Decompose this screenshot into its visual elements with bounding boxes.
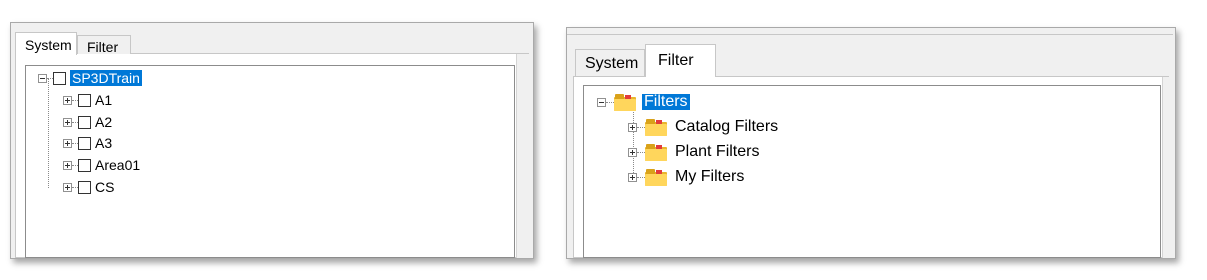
- tree-node-label[interactable]: Area01: [93, 157, 142, 173]
- checkbox[interactable]: [78, 136, 91, 150]
- checkbox[interactable]: [78, 115, 91, 129]
- tree-connector: [637, 176, 645, 178]
- tab-system[interactable]: System: [15, 32, 77, 55]
- checkbox[interactable]: [78, 93, 91, 107]
- expand-icon[interactable]: [63, 138, 72, 148]
- system-tree-panel-left: System Filter SP3DTrain A1 A2 A3 Area01 …: [10, 22, 534, 259]
- expand-icon[interactable]: [63, 95, 72, 105]
- scrollbar[interactable]: [1162, 77, 1173, 258]
- expand-icon[interactable]: [63, 182, 72, 192]
- tree-node-label[interactable]: CS: [93, 179, 116, 195]
- panel-top-divider: [567, 34, 1173, 35]
- folder-icon: [645, 168, 667, 186]
- checkbox[interactable]: [78, 158, 91, 172]
- tree-node-my-filters[interactable]: My Filters: [628, 166, 746, 188]
- tree-node-label[interactable]: SP3DTrain: [70, 70, 142, 86]
- tree-node-catalog-filters[interactable]: Catalog Filters: [628, 116, 780, 138]
- tree-node-plant-filters[interactable]: Plant Filters: [628, 141, 761, 163]
- tree-connector: [637, 151, 645, 153]
- tree-connector: [606, 101, 614, 103]
- tab-filter[interactable]: Filter: [645, 44, 716, 77]
- tree-node-label[interactable]: Plant Filters: [673, 144, 761, 160]
- checkbox[interactable]: [78, 180, 91, 194]
- system-tree[interactable]: SP3DTrain A1 A2 A3 Area01 CS: [25, 65, 515, 258]
- tree-node-area01[interactable]: Area01: [63, 155, 142, 175]
- expand-icon[interactable]: [63, 160, 72, 170]
- tree-node-label[interactable]: Catalog Filters: [673, 119, 780, 135]
- expand-icon[interactable]: [628, 147, 637, 157]
- tree-node-label[interactable]: Filters: [642, 94, 690, 110]
- collapse-icon[interactable]: [38, 73, 47, 83]
- tree-node-cs[interactable]: CS: [63, 177, 116, 197]
- tree-node-label[interactable]: A2: [93, 114, 114, 130]
- filter-tree-panel-right: System Filter Filters Catalog Filters Pl…: [566, 27, 1176, 259]
- scrollbar[interactable]: [516, 54, 529, 258]
- expand-icon[interactable]: [628, 172, 637, 182]
- folder-icon: [645, 118, 667, 136]
- tree-node-root[interactable]: SP3DTrain: [38, 68, 142, 88]
- filter-tree[interactable]: Filters Catalog Filters Plant Filters My…: [583, 85, 1161, 258]
- tab-system[interactable]: System: [575, 49, 645, 76]
- folder-icon: [614, 93, 636, 111]
- tab-filter[interactable]: Filter: [77, 35, 131, 55]
- tree-node-label[interactable]: A1: [93, 92, 114, 108]
- expand-icon[interactable]: [628, 122, 637, 132]
- tree-node-a2[interactable]: A2: [63, 112, 114, 132]
- folder-icon: [645, 143, 667, 161]
- tree-connector-line: [48, 78, 49, 188]
- tree-node-label[interactable]: A3: [93, 135, 114, 151]
- tree-connector: [637, 126, 645, 128]
- tree-node-filters[interactable]: Filters: [597, 91, 690, 113]
- tree-node-a1[interactable]: A1: [63, 90, 114, 110]
- tree-node-a3[interactable]: A3: [63, 133, 114, 153]
- expand-icon[interactable]: [63, 117, 72, 127]
- collapse-icon[interactable]: [597, 97, 606, 107]
- checkbox[interactable]: [53, 71, 66, 85]
- tree-node-label[interactable]: My Filters: [673, 169, 746, 185]
